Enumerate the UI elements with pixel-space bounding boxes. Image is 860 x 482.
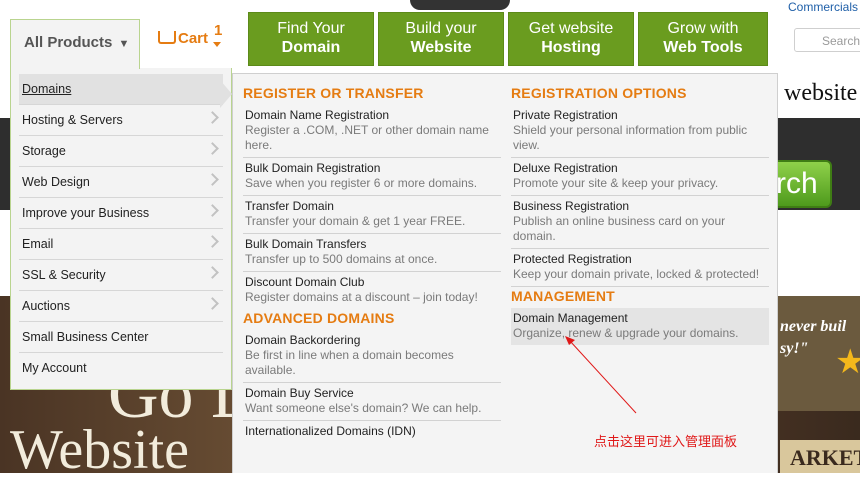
menu-link-business-registration[interactable]: Business Registration Publish an online … <box>511 196 769 249</box>
category-item-email[interactable]: Email <box>19 229 223 260</box>
category-item-improve-business[interactable]: Improve your Business <box>19 198 223 229</box>
tab-find-domain[interactable]: Find Your Domain <box>248 12 374 66</box>
menu-link-deluxe-registration[interactable]: Deluxe Registration Promote your site & … <box>511 158 769 196</box>
tab-web-tools[interactable]: Grow with Web Tools <box>638 12 768 66</box>
chevron-right-icon <box>206 173 219 186</box>
active-pointer-arrow <box>220 80 232 108</box>
menu-link-backordering[interactable]: Domain Backordering Be first in line whe… <box>243 330 501 383</box>
category-item-storage[interactable]: Storage <box>19 136 223 167</box>
section-heading-options: REGISTRATION OPTIONS <box>511 85 687 101</box>
section-heading-management: MANAGEMENT <box>511 288 615 304</box>
menu-link-buy-service[interactable]: Domain Buy Service Want someone else's d… <box>243 383 501 421</box>
domains-dropdown-panel: REGISTER OR TRANSFER Domain Name Registr… <box>232 73 778 473</box>
chevron-right-icon <box>206 235 219 248</box>
cart-count-badge: 1 <box>214 22 223 39</box>
main-nav: Find Your Domain Build your Website Get … <box>248 12 772 66</box>
chevron-right-icon <box>206 142 219 155</box>
cart-label: Cart <box>178 30 209 47</box>
tab-build-website[interactable]: Build your Website <box>378 12 504 66</box>
category-item-small-business[interactable]: Small Business Center <box>19 322 223 353</box>
tab-hosting[interactable]: Get website Hosting <box>508 12 634 66</box>
bg-website-heading: website <box>784 80 858 106</box>
section-heading-register: REGISTER OR TRANSFER <box>243 85 424 101</box>
category-item-auctions[interactable]: Auctions <box>19 291 223 322</box>
commercials-link[interactable]: Commercials <box>788 0 858 14</box>
category-item-hosting[interactable]: Hosting & Servers <box>19 105 223 136</box>
star-icon: ★ <box>835 343 860 381</box>
chevron-right-icon <box>206 297 219 310</box>
menu-link-idn[interactable]: Internationalized Domains (IDN) <box>243 421 501 443</box>
cart-icon <box>158 31 176 44</box>
all-products-label: All Products <box>24 34 113 51</box>
section-heading-advanced: ADVANCED DOMAINS <box>243 310 395 326</box>
annotation-note: 点击这里可进入管理面板 <box>594 434 738 449</box>
category-item-web-design[interactable]: Web Design <box>19 167 223 198</box>
menu-link-domain-registration[interactable]: Domain Name Registration Register a .COM… <box>243 105 501 158</box>
all-products-button[interactable]: All Products ▼ <box>10 19 140 69</box>
hero-headline-2: Website <box>10 419 189 481</box>
menu-link-bulk-transfers[interactable]: Bulk Domain Transfers Transfer up to 500… <box>243 234 501 272</box>
menu-link-protected-registration[interactable]: Protected Registration Keep your domain … <box>511 249 769 287</box>
menu-link-discount-club[interactable]: Discount Domain Club Register domains at… <box>243 272 501 309</box>
cart-dropdown-arrow-icon[interactable] <box>213 42 221 47</box>
site-logo-fragment <box>410 0 510 10</box>
market-sign: ARKET <box>780 440 860 473</box>
menu-link-bulk-registration[interactable]: Bulk Domain Registration Save when you r… <box>243 158 501 196</box>
category-item-my-account[interactable]: My Account <box>19 353 223 384</box>
category-item-ssl-security[interactable]: SSL & Security <box>19 260 223 291</box>
cart-button[interactable]: Cart <box>158 30 208 47</box>
panel-left-column: REGISTER OR TRANSFER Domain Name Registr… <box>243 82 501 443</box>
chevron-right-icon <box>206 111 219 124</box>
menu-link-domain-management[interactable]: Domain Management Organize, renew & upgr… <box>511 308 769 345</box>
category-item-domains[interactable]: Domains <box>19 74 223 105</box>
search-input[interactable]: Search <box>794 28 860 52</box>
panel-right-column: REGISTRATION OPTIONS Private Registratio… <box>511 82 769 345</box>
category-menu: Domains Hosting & Servers Storage Web De… <box>10 68 232 390</box>
chevron-right-icon <box>206 204 219 217</box>
menu-link-private-registration[interactable]: Private Registration Shield your persona… <box>511 105 769 158</box>
caret-down-icon: ▼ <box>118 38 130 50</box>
chevron-right-icon <box>206 266 219 279</box>
menu-link-transfer-domain[interactable]: Transfer Domain Transfer your domain & g… <box>243 196 501 234</box>
